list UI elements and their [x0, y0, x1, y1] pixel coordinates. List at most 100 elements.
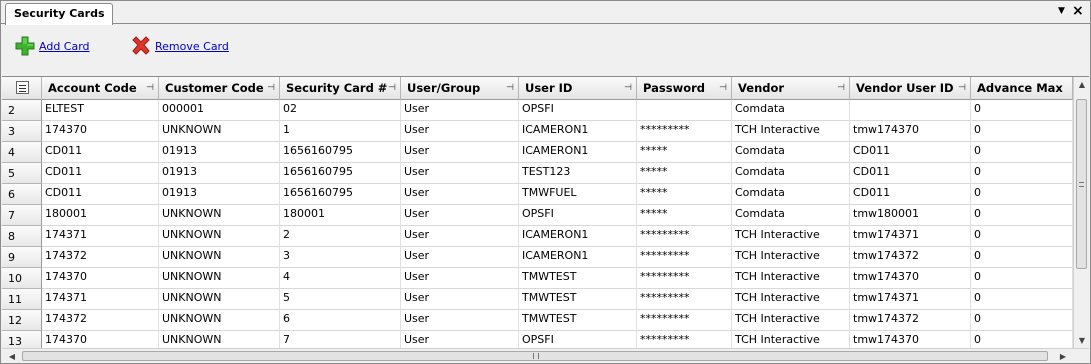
vertical-scrollbar[interactable]: ▲ ▼	[1073, 77, 1089, 349]
table-cell[interactable]: *****	[637, 142, 732, 163]
table-cell[interactable]: 174372	[42, 247, 159, 268]
table-cell[interactable]: 01913	[159, 163, 280, 184]
table-row[interactable]: 11 174371 UNKNOWN 5 User TMWTEST ********* TCH …	[2, 289, 1073, 310]
table-cell[interactable]: 0	[971, 142, 1073, 163]
table-cell[interactable]: Comdata	[732, 142, 850, 163]
table-cell[interactable]: UNKNOWN	[159, 310, 280, 331]
table-cell[interactable]: User	[401, 310, 519, 331]
table-cell[interactable]: User	[401, 247, 519, 268]
column-chooser-button[interactable]	[2, 77, 42, 100]
table-cell[interactable]: 6	[280, 310, 401, 331]
table-cell[interactable]: 4	[280, 268, 401, 289]
table-cell[interactable]: *********	[637, 268, 732, 289]
close-icon[interactable]: ×	[1072, 4, 1084, 18]
table-cell[interactable]: 0	[971, 205, 1073, 226]
table-cell[interactable]: 1656160795	[280, 163, 401, 184]
column-header[interactable]: Password ⊣	[637, 77, 732, 100]
column-header[interactable]: User/Group ⊣	[401, 77, 519, 100]
column-header[interactable]: User ID ⊣	[519, 77, 637, 100]
pin-column-icon[interactable]: ⊣	[719, 77, 727, 99]
add-card-label[interactable]: Add Card	[39, 40, 90, 53]
row-number[interactable]: 11	[2, 289, 42, 310]
table-cell[interactable]: TCH Interactive	[732, 121, 850, 142]
table-cell[interactable]: Comdata	[732, 184, 850, 205]
table-cell[interactable]: tmw174372	[850, 247, 971, 268]
table-cell[interactable]: tmw174371	[850, 226, 971, 247]
row-number[interactable]: 5	[2, 163, 42, 184]
table-cell[interactable]: TMWTEST	[519, 289, 637, 310]
scroll-up-icon[interactable]: ▲	[1074, 77, 1089, 93]
table-cell[interactable]: User	[401, 268, 519, 289]
table-cell[interactable]: ELTEST	[42, 100, 159, 121]
table-row[interactable]: 9 174372 UNKNOWN 3 User ICAMERON1 ********* TCH…	[2, 247, 1073, 268]
table-cell[interactable]: *****	[637, 163, 732, 184]
column-header[interactable]: Vendor User ID ⊣	[850, 77, 971, 100]
table-cell[interactable]: 3	[280, 247, 401, 268]
table-cell[interactable]: 180001	[42, 205, 159, 226]
row-number[interactable]: 9	[2, 247, 42, 268]
pin-column-icon[interactable]: ⊣	[958, 77, 966, 99]
row-number[interactable]: 2	[2, 100, 42, 121]
table-cell[interactable]: tmw174370	[850, 121, 971, 142]
table-cell[interactable]: 01913	[159, 142, 280, 163]
row-number[interactable]: 4	[2, 142, 42, 163]
table-cell[interactable]: TCH Interactive	[732, 289, 850, 310]
scroll-right-icon[interactable]: ▶	[1055, 349, 1071, 363]
table-cell[interactable]: *********	[637, 226, 732, 247]
table-cell[interactable]: TEST123	[519, 163, 637, 184]
table-cell[interactable]: 180001	[280, 205, 401, 226]
table-cell[interactable]: User	[401, 226, 519, 247]
table-cell[interactable]: 01913	[159, 184, 280, 205]
table-cell[interactable]: TCH Interactive	[732, 310, 850, 331]
table-cell[interactable]: 02	[280, 100, 401, 121]
pin-column-icon[interactable]: ⊣	[837, 77, 845, 99]
table-cell[interactable]: 174371	[42, 289, 159, 310]
table-cell[interactable]: 1656160795	[280, 142, 401, 163]
table-cell[interactable]: TCH Interactive	[732, 268, 850, 289]
table-cell[interactable]: OPSFI	[519, 205, 637, 226]
table-cell[interactable]: TMWFUEL	[519, 184, 637, 205]
table-cell[interactable]: 174370	[42, 121, 159, 142]
table-cell[interactable]: *********	[637, 247, 732, 268]
table-cell[interactable]: *********	[637, 121, 732, 142]
table-cell[interactable]: *********	[637, 289, 732, 310]
table-cell[interactable]: 0	[971, 121, 1073, 142]
table-cell[interactable]: CD011	[850, 163, 971, 184]
table-cell[interactable]: *********	[637, 310, 732, 331]
table-cell[interactable]: UNKNOWN	[159, 268, 280, 289]
table-cell[interactable]: UNKNOWN	[159, 289, 280, 310]
table-cell[interactable]: *****	[637, 184, 732, 205]
table-cell[interactable]: TMWTEST	[519, 268, 637, 289]
table-cell[interactable]: ICAMERON1	[519, 121, 637, 142]
table-cell[interactable]: CD011	[850, 184, 971, 205]
table-cell[interactable]: User	[401, 184, 519, 205]
pin-column-icon[interactable]: ⊣	[267, 77, 275, 99]
table-cell[interactable]: TCH Interactive	[732, 247, 850, 268]
table-cell[interactable]: 0	[971, 226, 1073, 247]
table-cell[interactable]: 1	[280, 121, 401, 142]
table-cell[interactable]: TCH Interactive	[732, 226, 850, 247]
column-header[interactable]: Customer Code ⊣	[159, 77, 280, 100]
pin-column-icon[interactable]: ⊣	[146, 77, 154, 99]
scroll-down-icon[interactable]: ▼	[1074, 333, 1089, 349]
row-number[interactable]: 10	[2, 268, 42, 289]
tab-menu-dropdown-icon[interactable]: ▼	[1058, 6, 1068, 16]
row-number[interactable]: 3	[2, 121, 42, 142]
table-row[interactable]: 4 CD011 01913 1656160795 User ICAMERON1 ***** C…	[2, 142, 1073, 163]
row-number[interactable]: 12	[2, 310, 42, 331]
table-cell[interactable]: 5	[280, 289, 401, 310]
horizontal-scroll-thumb[interactable]	[22, 351, 1048, 361]
remove-card-button[interactable]: Remove Card	[129, 35, 229, 57]
table-cell[interactable]	[637, 100, 732, 121]
table-cell[interactable]: UNKNOWN	[159, 205, 280, 226]
table-cell[interactable]: tmw174372	[850, 310, 971, 331]
table-cell[interactable]: ICAMERON1	[519, 142, 637, 163]
table-row[interactable]: 8 174371 UNKNOWN 2 User ICAMERON1 ********* TCH…	[2, 226, 1073, 247]
remove-card-label[interactable]: Remove Card	[155, 40, 229, 53]
table-cell[interactable]: 0	[971, 268, 1073, 289]
table-cell[interactable]: User	[401, 100, 519, 121]
table-cell[interactable]: 000001	[159, 100, 280, 121]
table-row[interactable]: 10 174370 UNKNOWN 4 User TMWTEST ********* TCH …	[2, 268, 1073, 289]
horizontal-scrollbar[interactable]: ◀ ▶	[2, 348, 1089, 363]
table-row[interactable]: 3 174370 UNKNOWN 1 User ICAMERON1 ********* TCH…	[2, 121, 1073, 142]
